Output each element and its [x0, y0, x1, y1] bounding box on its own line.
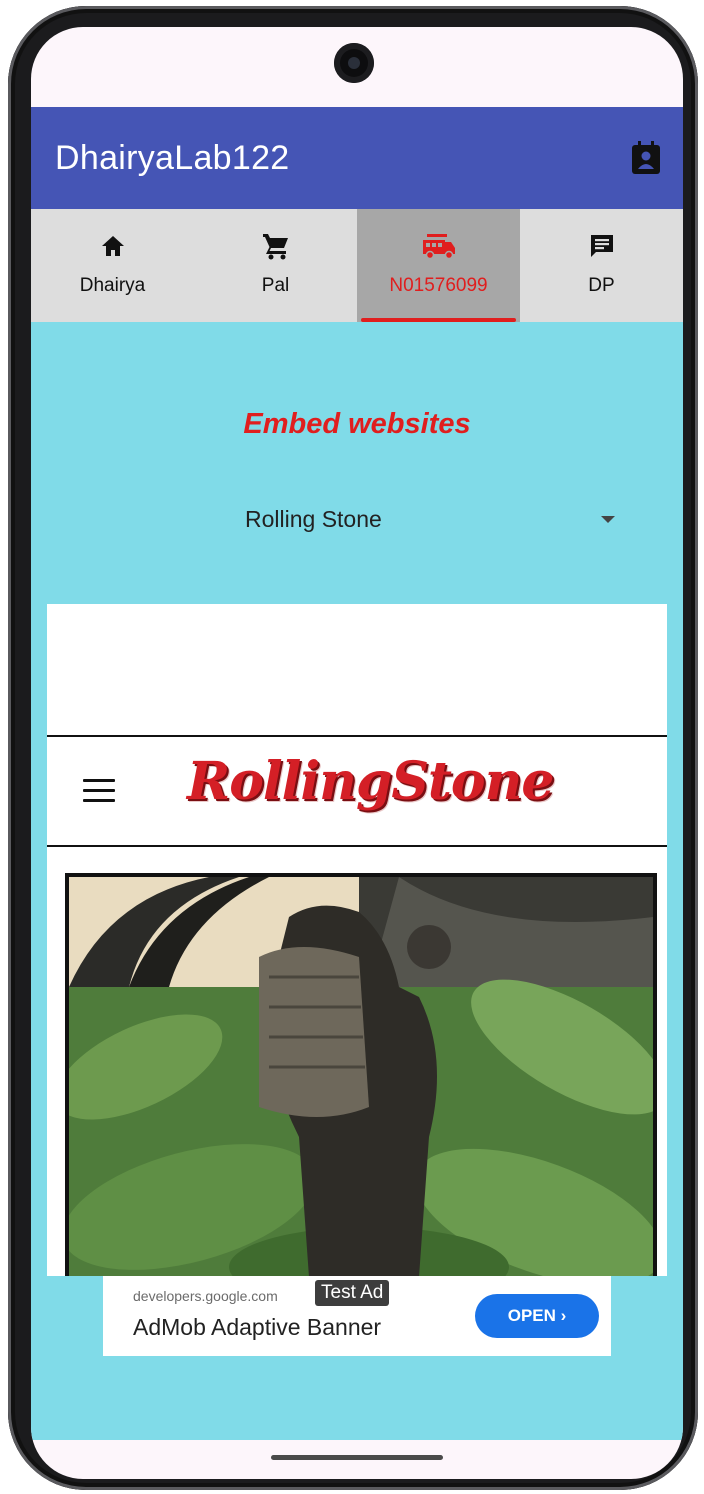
- hero-illustration: [69, 877, 653, 1276]
- tab-label: N01576099: [389, 275, 488, 296]
- tab-dhairya[interactable]: Dhairya: [31, 209, 194, 322]
- app-title: DhairyaLab122: [55, 139, 290, 177]
- tab-n01576099[interactable]: N01576099: [357, 209, 520, 322]
- contact-calendar-icon[interactable]: [631, 141, 661, 175]
- rolling-stone-header: RollingStone: [47, 735, 667, 847]
- hamburger-menu-icon[interactable]: [83, 779, 115, 803]
- website-dropdown[interactable]: Rolling Stone: [245, 500, 621, 540]
- rolling-stone-logo[interactable]: RollingStone: [187, 751, 554, 812]
- tab-label: Pal: [261, 275, 290, 296]
- home-icon: [101, 236, 124, 256]
- ad-open-button[interactable]: OPEN ›: [475, 1294, 599, 1338]
- tab-pal[interactable]: Pal: [194, 209, 357, 322]
- dropdown-selected-value: Rolling Stone: [245, 506, 382, 532]
- tab-bar: Dhairya Pal N01576099 DP: [31, 209, 683, 322]
- dropdown-arrow-icon: [601, 516, 615, 523]
- ad-domain: developers.google.com: [133, 1288, 278, 1304]
- front-camera: [334, 43, 374, 83]
- fire-truck-icon: [422, 234, 455, 260]
- gesture-nav-handle[interactable]: [271, 1455, 443, 1460]
- ad-title: AdMob Adaptive Banner: [133, 1314, 382, 1340]
- app-bar: DhairyaLab122: [31, 107, 683, 209]
- hero-image[interactable]: [65, 873, 657, 1276]
- main-content: Embed websites Rolling Stone RollingSton…: [31, 322, 683, 1440]
- screen: DhairyaLab122 Dhairya Pal N01576099 DP E…: [31, 27, 683, 1479]
- tab-label: Dhairya: [79, 275, 146, 296]
- embedded-webview[interactable]: RollingStone: [47, 604, 667, 1276]
- tab-dp[interactable]: DP: [520, 209, 683, 322]
- admob-banner[interactable]: developers.google.com Test Ad AdMob Adap…: [103, 1276, 611, 1356]
- cart-icon: [262, 234, 288, 260]
- chat-icon: [590, 235, 613, 257]
- tab-label: DP: [588, 275, 615, 296]
- test-ad-badge: Test Ad: [315, 1280, 390, 1306]
- page-heading: Embed websites: [243, 408, 471, 440]
